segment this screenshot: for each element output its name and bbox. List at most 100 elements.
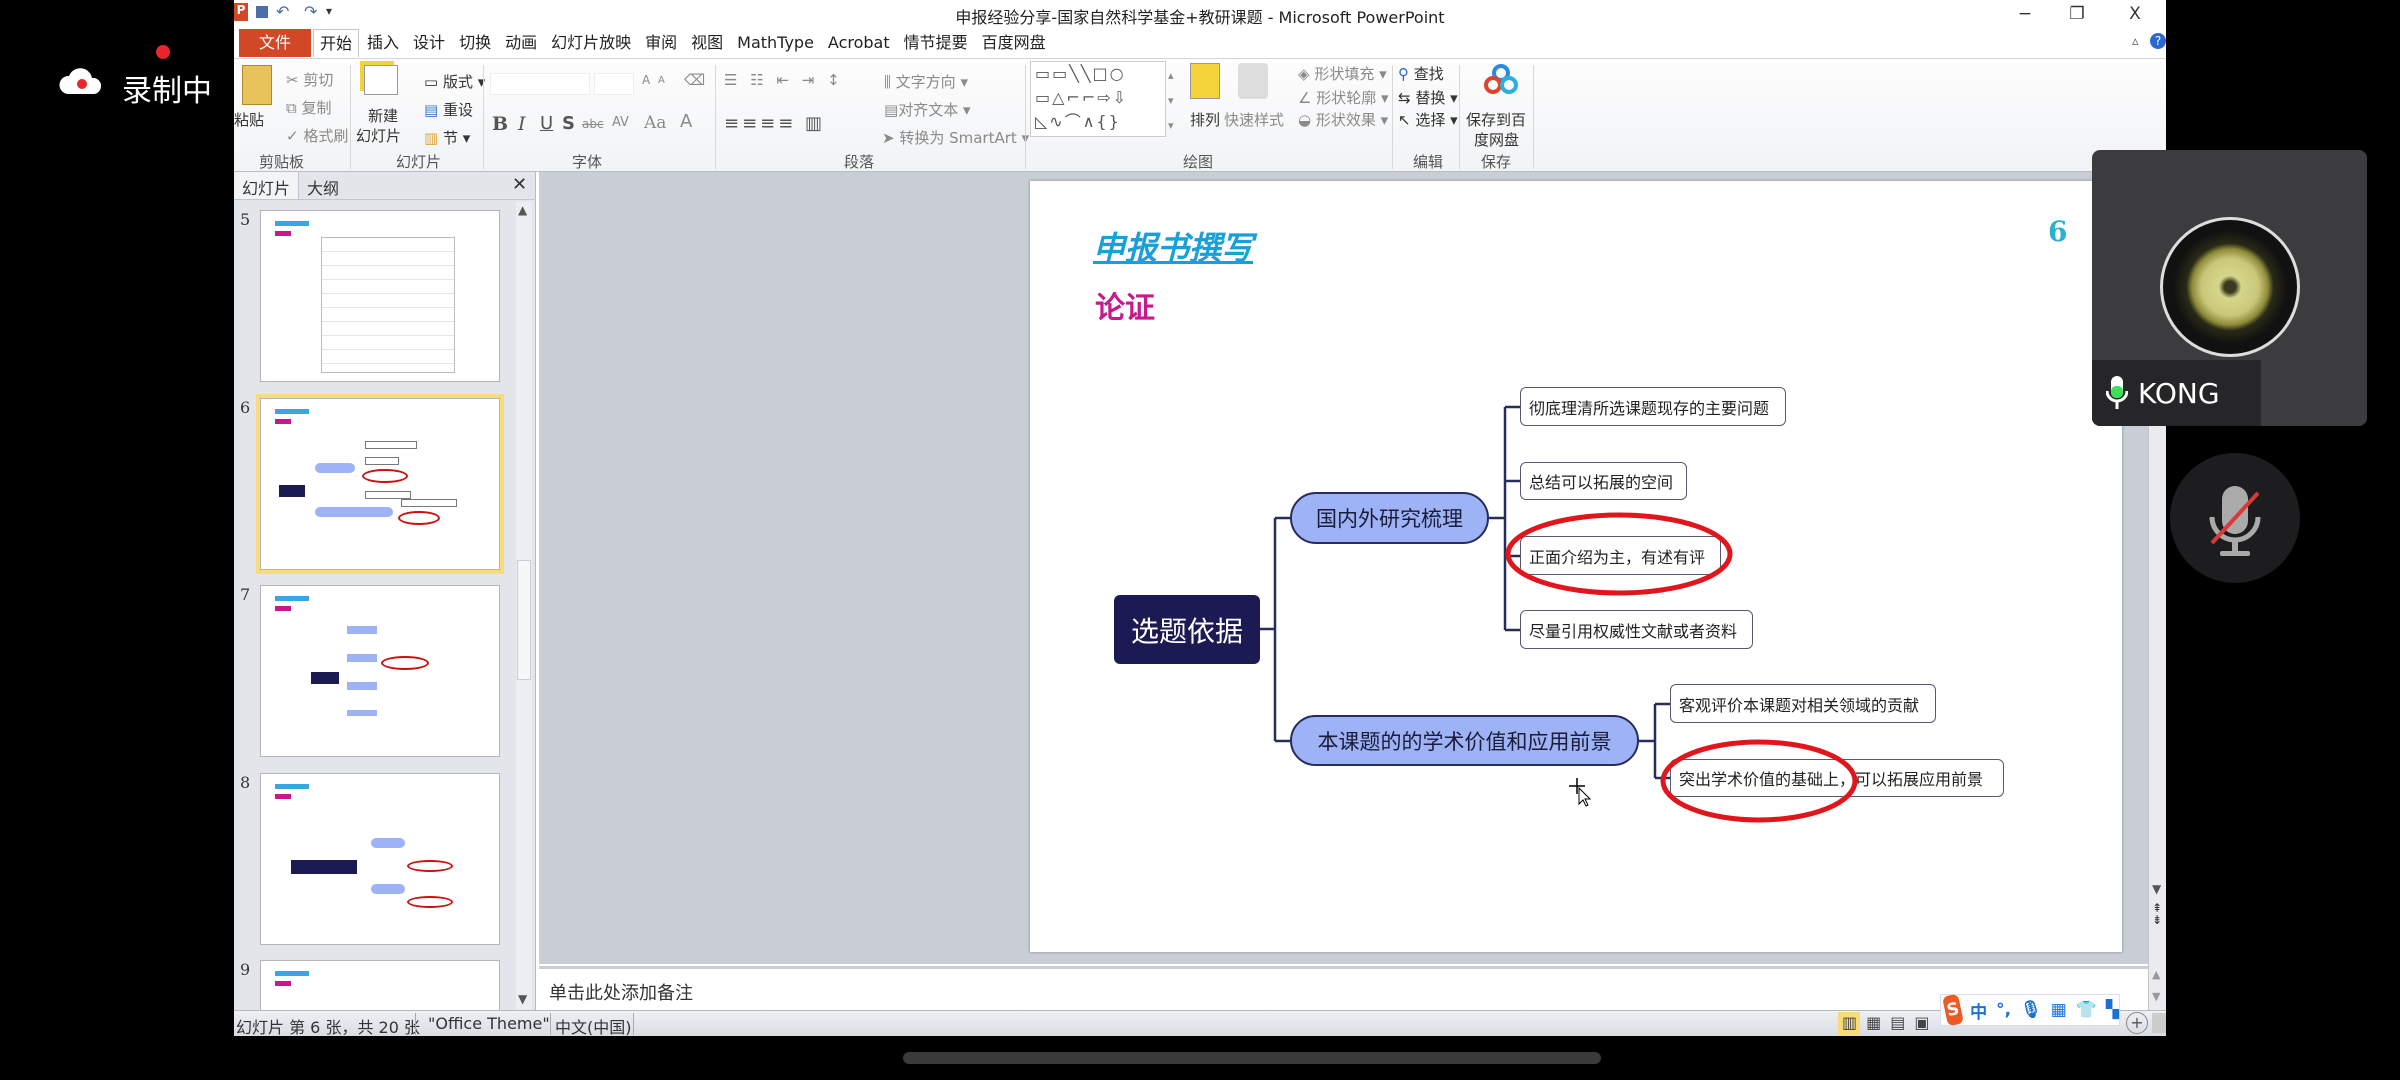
convert-smartart-button[interactable]: ➤ 转换为 SmartArt ▾ xyxy=(882,127,1029,148)
arrange-icon[interactable] xyxy=(1190,63,1220,99)
theme-name[interactable]: "Office Theme" xyxy=(428,1014,550,1033)
strikethrough-button[interactable]: abc xyxy=(582,117,604,131)
notes-scroll-down-icon[interactable]: ▼ xyxy=(2152,990,2160,1003)
grow-font-button[interactable]: A xyxy=(642,73,650,87)
new-slide-label[interactable]: 新建 xyxy=(368,105,398,126)
tab-insert[interactable]: 插入 xyxy=(361,29,405,57)
close-pane-button[interactable]: ✕ xyxy=(512,174,527,195)
list-buttons[interactable]: ☰ ☷ ⇤ ⇥ ↕ xyxy=(724,71,844,89)
tab-view[interactable]: 视图 xyxy=(685,29,729,57)
ime-toolbar[interactable]: S 中 °, 🎙 ▦ 👕 ▚ xyxy=(1940,993,2120,1027)
slide-thumbnail-6[interactable] xyxy=(260,398,500,570)
minimize-ribbon-icon[interactable]: ▵ xyxy=(2132,34,2139,49)
slide-thumbnail-8[interactable] xyxy=(260,773,500,945)
shapes-gallery[interactable]: ▭▭╲╲□○ ▭△⌐⌐⇨⇩ ◺∿⌒∧{} xyxy=(1030,61,1166,137)
shrink-font-button[interactable]: A xyxy=(658,75,665,86)
find-button[interactable]: ⚲ 查找 xyxy=(1398,63,1444,84)
mindmap-leaf[interactable]: 正面介绍为主，有述有评 xyxy=(1520,536,1721,575)
gallery-scroll[interactable]: ▴ ▾ ▾ xyxy=(1168,63,1174,138)
font-color-button[interactable]: A xyxy=(680,111,692,132)
select-button[interactable]: ↖ 选择 ▾ xyxy=(1398,109,1458,130)
paste-icon[interactable] xyxy=(242,65,272,105)
slide-thumbnail-5[interactable] xyxy=(260,210,500,382)
ime-mode[interactable]: 中 xyxy=(1970,998,1987,1023)
tab-storyboard[interactable]: 情节提要 xyxy=(898,29,974,57)
shape-fill-button[interactable]: ◈ 形状填充 ▾ xyxy=(1298,63,1387,84)
view-buttons[interactable]: ▥▦▤▣ xyxy=(1842,1013,1938,1032)
quick-styles-icon[interactable] xyxy=(1238,63,1268,99)
participant-tile[interactable]: KONG xyxy=(2092,150,2367,426)
minimize-button[interactable]: − xyxy=(2010,4,2040,24)
notes-pane[interactable]: 单击此处添加备注 xyxy=(539,966,2148,1010)
tab-baidu-netdisk[interactable]: 百度网盘 xyxy=(976,29,1052,57)
tab-animations[interactable]: 动画 xyxy=(499,29,543,57)
home-indicator[interactable] xyxy=(903,1052,1601,1064)
shadow-button[interactable]: S xyxy=(562,113,575,134)
format-painter-button[interactable]: ✓ 格式刷 xyxy=(286,125,348,146)
prev-slide-icon[interactable]: ⇞ ⇟ xyxy=(2152,902,2162,926)
replace-button[interactable]: ⇆ 替换 ▾ xyxy=(1398,87,1458,108)
reset-button[interactable]: ▤ 重设 xyxy=(424,99,473,120)
cut-button[interactable]: ✂ 剪切 xyxy=(286,69,333,90)
tab-mathtype[interactable]: MathType xyxy=(731,29,820,57)
tab-transitions[interactable]: 切换 xyxy=(453,29,497,57)
notes-placeholder: 单击此处添加备注 xyxy=(549,983,693,1004)
restore-button[interactable]: ❐ xyxy=(2062,4,2092,24)
mindmap-leaf[interactable]: 客观评价本课题对相关领域的贡献 xyxy=(1670,684,1936,723)
mindmap-leaf[interactable]: 尽量引用权威性文献或者资料 xyxy=(1520,610,1753,649)
align-text-button[interactable]: ▤对齐文本 ▾ xyxy=(884,99,971,120)
paste-button[interactable]: 粘贴 xyxy=(234,109,264,130)
italic-button[interactable]: I xyxy=(518,113,526,135)
text-direction-button[interactable]: ⫼ 文字方向 ▾ xyxy=(884,71,968,92)
section-button[interactable]: ▥ 节 ▾ xyxy=(424,127,470,148)
tab-outline[interactable]: 大纲 xyxy=(299,172,347,199)
align-buttons[interactable]: ≡≡≡≡ ▥ xyxy=(724,113,825,134)
mindmap-leaf[interactable]: 总结可以拓展的空间 xyxy=(1520,462,1687,500)
change-case-button[interactable]: Aa xyxy=(644,113,666,133)
notes-scroll-up-icon[interactable]: ▲ xyxy=(2152,968,2160,981)
new-slide-button[interactable]: 幻灯片 xyxy=(356,125,401,146)
ime-voice-icon[interactable]: 🎙 xyxy=(2020,1000,2042,1020)
mindmap-root[interactable]: 选题依据 xyxy=(1114,595,1260,664)
new-slide-icon[interactable] xyxy=(364,65,398,95)
slide-canvas[interactable]: 申报书撰写 论证 6 选题依据 国内外研究梳理 本课题的的学术价值和应用前景 彻… xyxy=(1030,181,2122,952)
tab-slides[interactable]: 幻灯片 xyxy=(234,172,300,199)
tab-acrobat[interactable]: Acrobat xyxy=(822,29,896,57)
tab-design[interactable]: 设计 xyxy=(407,29,451,57)
quick-styles-button[interactable]: 快速样式 xyxy=(1224,109,1284,130)
font-size-dropdown[interactable] xyxy=(594,73,634,95)
tab-slideshow[interactable]: 幻灯片放映 xyxy=(545,29,637,57)
language[interactable]: 中文(中国) xyxy=(555,1014,632,1036)
mindmap-branch[interactable]: 国内外研究梳理 xyxy=(1290,492,1489,544)
layout-button[interactable]: ▭ 版式 ▾ xyxy=(424,71,485,92)
ime-toolbox-icon[interactable]: ▚ xyxy=(2106,1000,2119,1020)
fit-to-window-button[interactable] xyxy=(2152,1013,2166,1033)
thumbnails-scrollbar[interactable]: ▲ ▼ xyxy=(516,202,532,1010)
char-spacing-button[interactable]: AV xyxy=(612,115,629,130)
help-icon[interactable]: ? xyxy=(2150,33,2166,49)
ime-punctuation[interactable]: °, xyxy=(1996,1000,2011,1020)
close-button[interactable]: X xyxy=(2120,4,2150,24)
shape-outline-button[interactable]: ∠ 形状轮廓 ▾ xyxy=(1298,87,1389,108)
pane-tabs: 幻灯片 大纲 xyxy=(234,172,536,200)
zoom-in-button[interactable]: + xyxy=(2126,1012,2148,1034)
clear-format-icon[interactable]: ⌫ xyxy=(684,71,705,89)
copy-button[interactable]: ⧉ 复制 xyxy=(286,97,332,118)
bold-button[interactable]: B xyxy=(492,113,508,135)
ime-skin-icon[interactable]: 👕 xyxy=(2076,1000,2097,1020)
ime-keyboard-icon[interactable]: ▦ xyxy=(2051,1000,2067,1020)
underline-button[interactable]: U xyxy=(540,113,553,134)
tab-review[interactable]: 审阅 xyxy=(639,29,683,57)
shape-effects-button[interactable]: ◒ 形状效果 ▾ xyxy=(1298,109,1388,130)
mindmap-leaf[interactable]: 彻底理清所选课题现存的主要问题 xyxy=(1520,387,1786,426)
tab-home[interactable]: 开始 xyxy=(313,29,360,57)
mindmap-leaf[interactable]: 突出学术价值的基础上，可以拓展应用前景 xyxy=(1670,759,2004,797)
font-name-dropdown[interactable] xyxy=(490,73,590,95)
tab-file[interactable]: 文件 xyxy=(239,29,312,57)
mute-button[interactable] xyxy=(2170,453,2300,583)
scroll-down-icon[interactable]: ▼ xyxy=(2152,882,2161,896)
save-to-baidu-button[interactable]: 保存到百 xyxy=(1466,109,1526,130)
slide-thumbnail-7[interactable] xyxy=(260,585,500,757)
mindmap-branch[interactable]: 本课题的的学术价值和应用前景 xyxy=(1290,715,1639,766)
arrange-button[interactable]: 排列 xyxy=(1190,109,1220,130)
